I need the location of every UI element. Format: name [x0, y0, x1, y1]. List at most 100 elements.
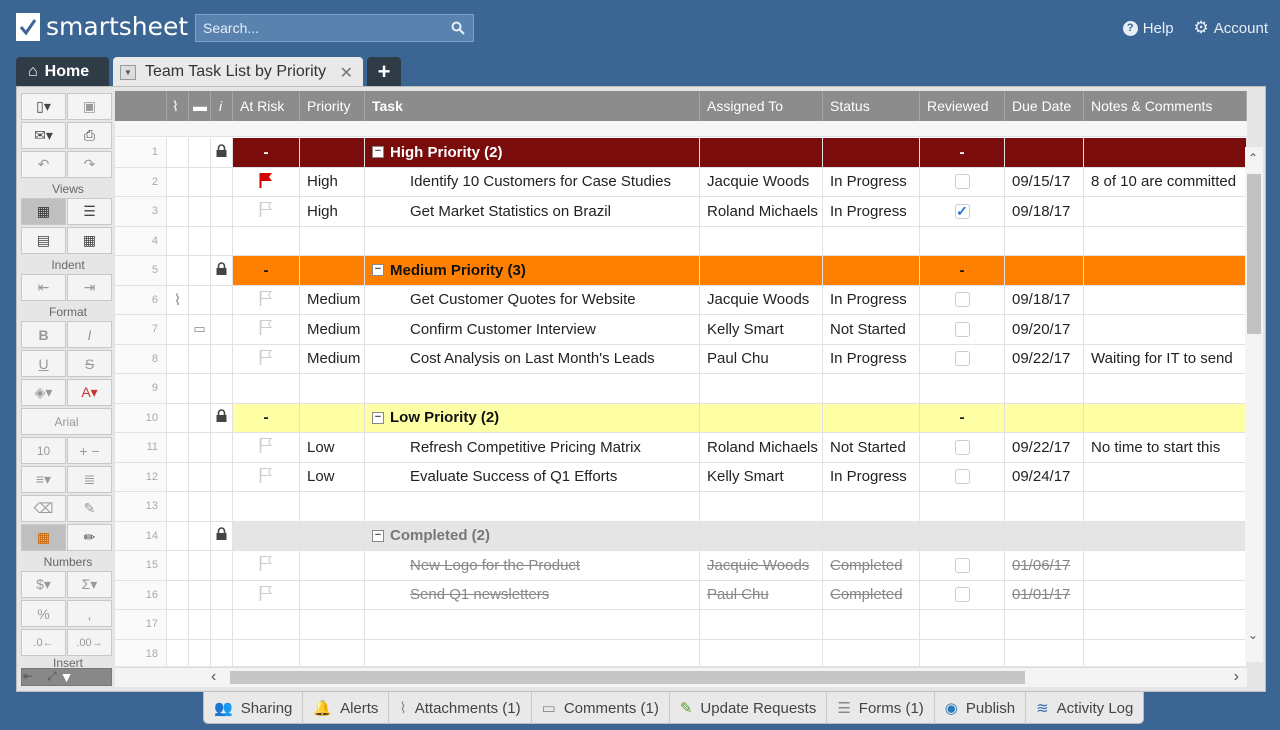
assigned-to-cell[interactable]: Paul Chu [700, 580, 823, 609]
row-number[interactable]: 17 [115, 610, 167, 639]
notes-cell[interactable] [1084, 551, 1247, 580]
task-cell[interactable]: − Completed (2) [365, 521, 700, 550]
at-risk-cell[interactable]: - [233, 256, 300, 285]
priority-cell[interactable] [300, 256, 365, 285]
assigned-to-cell[interactable]: Jacquie Woods [700, 285, 823, 314]
assigned-to-cell[interactable] [700, 492, 823, 521]
underline-icon[interactable]: U [21, 350, 66, 377]
notes-cell[interactable] [1084, 639, 1247, 666]
row-number[interactable]: 6 [115, 285, 167, 314]
comment-cell[interactable] [189, 256, 211, 285]
assigned-to-cell[interactable]: Paul Chu [700, 344, 823, 373]
comment-cell[interactable]: ▭ [189, 315, 211, 344]
priority-cell[interactable]: High [300, 167, 365, 196]
reviewed-cell[interactable]: - [920, 403, 1005, 432]
gantt-view-icon[interactable]: ☰ [67, 198, 112, 225]
comment-cell[interactable] [189, 167, 211, 196]
save-icon[interactable]: ▣ [67, 93, 112, 120]
notes-cell[interactable] [1084, 197, 1247, 226]
reviewed-cell[interactable] [920, 315, 1005, 344]
attachment-cell[interactable]: ⌇ [167, 285, 189, 314]
print-icon[interactable]: ⎙ [67, 122, 112, 149]
reviewed-checkbox[interactable] [954, 587, 970, 603]
reviewed-checkbox[interactable]: ✓ [954, 203, 970, 219]
due-date-cell[interactable] [1005, 639, 1084, 666]
notes-cell[interactable]: 8 of 10 are committed [1084, 167, 1247, 196]
reviewed-cell[interactable] [920, 521, 1005, 550]
comment-cell[interactable] [189, 462, 211, 491]
reviewed-checkbox[interactable] [954, 174, 970, 190]
at-risk-cell[interactable] [233, 551, 300, 580]
at-risk-cell[interactable] [233, 226, 300, 255]
grid-view-icon[interactable]: ▦ [21, 198, 66, 225]
attachment-cell[interactable] [167, 226, 189, 255]
scroll-left-icon[interactable]: ‹ [211, 668, 216, 686]
horizontal-scrollbar[interactable]: ⇤ ⤢ ‹ › [23, 667, 1247, 687]
priority-cell[interactable]: Medium [300, 285, 365, 314]
notes-cell[interactable]: No time to start this [1084, 433, 1247, 462]
comment-cell[interactable] [189, 551, 211, 580]
row-number[interactable]: 8 [115, 344, 167, 373]
priority-cell[interactable]: High [300, 197, 365, 226]
due-date-cell[interactable] [1005, 521, 1084, 550]
col-status[interactable]: Status [823, 91, 920, 121]
undo-icon[interactable]: ↶ [21, 151, 66, 178]
row-number[interactable]: 11 [115, 433, 167, 462]
at-risk-cell[interactable]: - [233, 403, 300, 432]
at-risk-cell[interactable] [233, 197, 300, 226]
status-cell[interactable] [823, 256, 920, 285]
reviewed-cell[interactable] [920, 285, 1005, 314]
comment-cell[interactable] [189, 226, 211, 255]
conditional-format-icon[interactable]: ▦ [21, 524, 66, 551]
outdent-icon[interactable]: ⇤ [21, 274, 66, 301]
comment-cell[interactable] [189, 492, 211, 521]
table-row[interactable]: 2 High Identify 10 Customers for Case Stud… [115, 167, 1247, 197]
at-risk-cell[interactable] [233, 374, 300, 403]
task-cell[interactable]: Evaluate Success of Q1 Efforts [365, 462, 700, 491]
assigned-to-cell[interactable]: Jacquie Woods [700, 167, 823, 196]
table-row[interactable]: 17 [115, 610, 1247, 640]
priority-cell[interactable] [300, 610, 365, 639]
reviewed-checkbox[interactable] [954, 439, 970, 455]
collapse-icon[interactable]: − [372, 411, 384, 424]
row-number[interactable]: 9 [115, 374, 167, 403]
smartsheet-logo[interactable]: smartsheet [16, 12, 188, 41]
status-cell[interactable]: In Progress [823, 285, 920, 314]
new-sheet-icon[interactable]: ▯▾ [21, 93, 66, 120]
table-row[interactable]: 13 [115, 492, 1247, 522]
reviewed-checkbox[interactable] [954, 292, 970, 308]
table-row[interactable]: 6 ⌇ Medium Get Customer Quotes for Website J… [115, 285, 1247, 315]
search-input[interactable]: Search... [195, 14, 474, 42]
status-cell[interactable] [823, 226, 920, 255]
vertical-scrollbar[interactable]: ⌃ ⌄ [1245, 147, 1263, 662]
col-reviewed[interactable]: Reviewed [920, 91, 1005, 121]
due-date-cell[interactable]: 09/20/17 [1005, 315, 1084, 344]
notes-cell[interactable] [1084, 256, 1247, 285]
due-date-cell[interactable] [1005, 256, 1084, 285]
at-risk-cell[interactable] [233, 462, 300, 491]
table-row[interactable]: 18 [115, 639, 1247, 666]
empty-flag-icon[interactable] [259, 585, 273, 605]
comment-cell[interactable] [189, 138, 211, 167]
reviewed-cell[interactable] [920, 639, 1005, 666]
at-risk-cell[interactable] [233, 285, 300, 314]
thousands-icon[interactable]: , [67, 600, 112, 627]
col-at-risk[interactable]: At Risk [233, 91, 300, 121]
due-date-cell[interactable]: 09/18/17 [1005, 285, 1084, 314]
notes-cell[interactable] [1084, 138, 1247, 167]
align-icon[interactable]: ≡▾ [21, 466, 66, 493]
priority-cell[interactable] [300, 551, 365, 580]
task-cell[interactable] [365, 226, 700, 255]
comment-cell[interactable] [189, 580, 211, 609]
tab-home[interactable]: ⌂ Home [16, 57, 109, 87]
comment-icon[interactable]: ▭ [193, 321, 205, 337]
red-flag-icon[interactable] [259, 172, 273, 192]
empty-flag-icon[interactable] [259, 555, 273, 575]
status-cell[interactable]: Completed [823, 580, 920, 609]
row-number[interactable]: 2 [115, 167, 167, 196]
priority-cell[interactable] [300, 580, 365, 609]
publish-button[interactable]: ◉ Publish [935, 692, 1027, 724]
reviewed-cell[interactable] [920, 551, 1005, 580]
row-number[interactable]: 3 [115, 197, 167, 226]
sharing-button[interactable]: 👥 Sharing [204, 692, 304, 724]
